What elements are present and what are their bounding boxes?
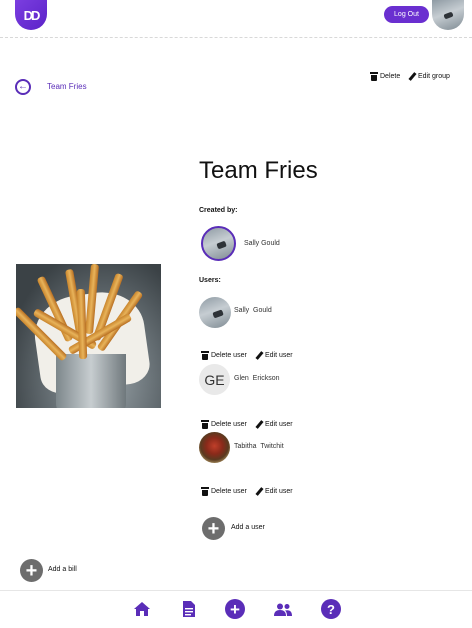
user-avatar [199, 297, 231, 328]
delete-user-button[interactable]: Delete user [201, 487, 247, 496]
group-title: Team Fries [199, 157, 318, 184]
edit-user-label: Edit user [265, 352, 293, 359]
user-name: Tabitha Twitchit [234, 443, 284, 450]
add-bill-label[interactable]: Add a bill [48, 566, 77, 573]
edit-user-label: Edit user [265, 488, 293, 495]
users-label: Users: [199, 277, 221, 284]
trash-icon [201, 487, 209, 496]
add-bill-button[interactable]: + [20, 559, 43, 582]
delete-group-label: Delete [380, 73, 401, 80]
pencil-icon [255, 487, 263, 496]
delete-user-label: Delete user [211, 488, 247, 495]
user-avatar [199, 432, 230, 463]
delete-user-button[interactable]: Delete user [201, 420, 247, 429]
document-icon[interactable] [179, 599, 199, 619]
home-icon[interactable] [132, 599, 152, 619]
trash-icon [201, 420, 209, 429]
created-by-label: Created by: [199, 207, 238, 214]
add-user-label[interactable]: Add a user [231, 524, 265, 531]
add-icon[interactable]: + [225, 599, 245, 619]
user-name: Glen Erickson [234, 375, 280, 382]
back-arrow-icon[interactable]: ← [15, 79, 31, 95]
edit-user-label: Edit user [265, 421, 293, 428]
user-avatar-initials: GE [199, 364, 230, 395]
edit-user-button[interactable]: Edit user [255, 351, 293, 360]
pencil-icon [408, 72, 416, 81]
trash-icon [201, 351, 209, 360]
top-header: DD Log Out [0, 0, 472, 38]
group-image-bucket [56, 354, 126, 408]
users-icon[interactable] [273, 599, 293, 619]
breadcrumb[interactable]: Team Fries [47, 82, 87, 91]
delete-user-label: Delete user [211, 421, 247, 428]
pencil-icon [255, 420, 263, 429]
delete-user-button[interactable]: Delete user [201, 351, 247, 360]
creator-avatar [201, 226, 236, 261]
trash-icon [370, 72, 378, 81]
creator-name: Sally Gould [244, 240, 280, 247]
edit-user-button[interactable]: Edit user [255, 420, 293, 429]
edit-group-label: Edit group [418, 73, 450, 80]
group-image [16, 264, 161, 408]
app-logo[interactable]: DD [15, 0, 47, 30]
delete-group-button[interactable]: Delete [370, 72, 400, 81]
edit-user-button[interactable]: Edit user [255, 487, 293, 496]
pencil-icon [255, 351, 263, 360]
user-name: Sally Gould [234, 307, 272, 314]
delete-user-label: Delete user [211, 352, 247, 359]
user-avatar-icon[interactable] [432, 0, 464, 30]
help-symbol: ? [321, 599, 341, 619]
logout-button[interactable]: Log Out [384, 6, 429, 23]
add-user-button[interactable]: + [202, 517, 225, 540]
edit-group-button[interactable]: Edit group [408, 72, 450, 81]
nav-plus-symbol: + [225, 599, 245, 619]
bottom-nav: + ? [0, 590, 472, 628]
help-icon[interactable]: ? [321, 599, 341, 619]
